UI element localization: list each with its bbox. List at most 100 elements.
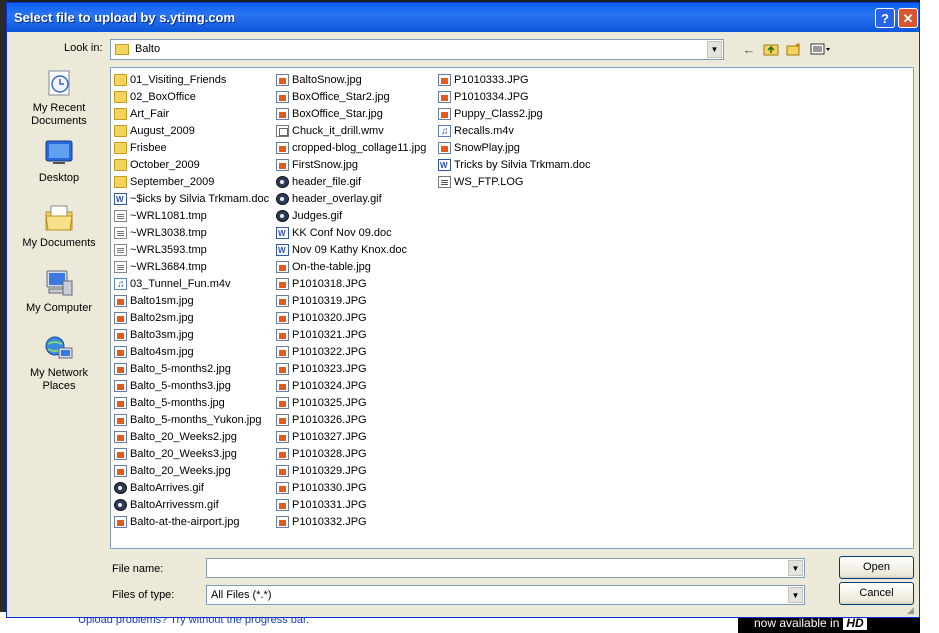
file-name-input[interactable]: ▼ [206, 558, 805, 578]
folder-icon [114, 142, 127, 154]
file-name: ~WRL1081.tmp [130, 210, 207, 222]
file-item[interactable]: P1010324.JPG [275, 378, 426, 395]
file-name: P1010332.JPG [292, 516, 367, 528]
open-button[interactable]: Open [839, 556, 914, 579]
file-item[interactable]: Balto_20_Weeks.jpg [113, 463, 269, 480]
file-item[interactable]: Judges.gif [275, 208, 426, 225]
file-item[interactable]: ~WRL1081.tmp [113, 208, 269, 225]
file-item[interactable]: cropped-blog_collage11.jpg [275, 140, 426, 157]
file-item[interactable]: P1010323.JPG [275, 361, 426, 378]
file-item[interactable]: WS_FTP.LOG [437, 174, 591, 191]
file-item[interactable]: BoxOffice_Star2.jpg [275, 89, 426, 106]
file-item[interactable]: SnowPlay.jpg [437, 140, 591, 157]
file-name: Art_Fair [130, 108, 170, 120]
title-bar[interactable]: Select file to upload by s.ytimg.com ? ✕ [7, 3, 919, 32]
file-item[interactable]: P1010331.JPG [275, 497, 426, 514]
file-item[interactable]: KK Conf Nov 09.doc [275, 225, 426, 242]
place-my-documents[interactable]: My Documents [21, 202, 97, 250]
file-item[interactable]: Balto1sm.jpg [113, 293, 269, 310]
file-item[interactable]: Balto_20_Weeks3.jpg [113, 446, 269, 463]
chevron-down-icon[interactable]: ▼ [707, 41, 722, 58]
file-item[interactable]: Recalls.m4v [437, 123, 591, 140]
folder-item[interactable]: 02_BoxOffice [113, 89, 269, 106]
file-item[interactable]: P1010328.JPG [275, 446, 426, 463]
file-item[interactable]: Tricks by Silvia Trkmam.doc [437, 157, 591, 174]
new-folder-icon[interactable] [785, 42, 803, 58]
file-type-select[interactable]: All Files (*.*) ▼ [206, 585, 805, 605]
file-item[interactable]: Balto4sm.jpg [113, 344, 269, 361]
chevron-down-icon[interactable]: ▼ [788, 587, 803, 603]
file-column: 01_Visiting_Friends 02_BoxOffice Art_Fair A… [113, 72, 269, 531]
place-my-recent-documents[interactable]: My Recent Documents [21, 67, 97, 128]
file-name: 03_Tunnel_Fun.m4v [130, 278, 231, 290]
place-my-network-places[interactable]: My Network Places [21, 332, 97, 393]
file-item[interactable]: Balto-at-the-airport.jpg [113, 514, 269, 531]
file-item[interactable]: header_overlay.gif [275, 191, 426, 208]
file-item[interactable]: P1010325.JPG [275, 395, 426, 412]
hd-badge: HD [843, 616, 867, 630]
folder-item[interactable]: October_2009 [113, 157, 269, 174]
folder-item[interactable]: 01_Visiting_Friends [113, 72, 269, 89]
file-item[interactable]: P1010332.JPG [275, 514, 426, 531]
file-item[interactable]: Nov 09 Kathy Knox.doc [275, 242, 426, 259]
file-item[interactable]: Balto3sm.jpg [113, 327, 269, 344]
file-item[interactable]: Chuck_it_drill.wmv [275, 123, 426, 140]
file-item[interactable]: BoxOffice_Star.jpg [275, 106, 426, 123]
file-name: ~WRL3684.tmp [130, 261, 207, 273]
close-button[interactable]: ✕ [898, 8, 918, 28]
jpg-icon [438, 74, 451, 86]
file-item[interactable]: ~WRL3684.tmp [113, 259, 269, 276]
file-list[interactable]: 01_Visiting_Friends 02_BoxOffice Art_Fair A… [110, 67, 914, 549]
jpg-icon [276, 516, 289, 528]
file-item[interactable]: BaltoSnow.jpg [275, 72, 426, 89]
folder-item[interactable]: September_2009 [113, 174, 269, 191]
file-item[interactable]: ~WRL3593.tmp [113, 242, 269, 259]
file-item[interactable]: Balto2sm.jpg [113, 310, 269, 327]
file-item[interactable]: P1010329.JPG [275, 463, 426, 480]
jpg-icon [276, 278, 289, 290]
file-name: Balto_5-months_Yukon.jpg [130, 414, 262, 426]
resize-grip-icon[interactable]: ◢ [907, 605, 917, 615]
cancel-button[interactable]: Cancel [839, 582, 914, 605]
place-desktop[interactable]: Desktop [21, 137, 97, 185]
up-folder-icon[interactable] [762, 42, 780, 58]
chevron-down-icon[interactable]: ▼ [788, 560, 803, 576]
file-item[interactable]: Balto_5-months3.jpg [113, 378, 269, 395]
view-menu-icon[interactable] [808, 42, 834, 58]
file-column: BaltoSnow.jpg BoxOffice_Star2.jpg BoxOffic… [275, 72, 426, 531]
file-item[interactable]: P1010327.JPG [275, 429, 426, 446]
file-item[interactable]: Balto_5-months.jpg [113, 395, 269, 412]
jpg-icon [438, 142, 451, 154]
back-icon[interactable]: ← [740, 42, 758, 58]
file-item[interactable]: P1010321.JPG [275, 327, 426, 344]
file-item[interactable]: P1010333.JPG [437, 72, 591, 89]
file-item[interactable]: ~$icks by Silvia Trkmam.doc [113, 191, 269, 208]
file-item[interactable]: P1010322.JPG [275, 344, 426, 361]
file-item[interactable]: Puppy_Class2.jpg [437, 106, 591, 123]
file-item[interactable]: P1010319.JPG [275, 293, 426, 310]
help-button[interactable]: ? [875, 8, 895, 28]
look-in-select[interactable]: Balto ▼ [110, 39, 724, 60]
file-item[interactable]: BaltoArrives.gif [113, 480, 269, 497]
file-item[interactable]: Balto_5-months2.jpg [113, 361, 269, 378]
folder-item[interactable]: August_2009 [113, 123, 269, 140]
file-item[interactable]: Balto_5-months_Yukon.jpg [113, 412, 269, 429]
file-item[interactable]: ~WRL3038.tmp [113, 225, 269, 242]
file-item[interactable]: P1010326.JPG [275, 412, 426, 429]
file-item[interactable]: P1010318.JPG [275, 276, 426, 293]
file-name: Balto3sm.jpg [130, 329, 194, 341]
file-item[interactable]: Balto_20_Weeks2.jpg [113, 429, 269, 446]
file-item[interactable]: On-the-table.jpg [275, 259, 426, 276]
file-item[interactable]: 03_Tunnel_Fun.m4v [113, 276, 269, 293]
file-item[interactable]: P1010320.JPG [275, 310, 426, 327]
file-item[interactable]: BaltoArrivessm.gif [113, 497, 269, 514]
file-item[interactable]: P1010330.JPG [275, 480, 426, 497]
file-item[interactable]: FirstSnow.jpg [275, 157, 426, 174]
file-item[interactable]: header_file.gif [275, 174, 426, 191]
file-item[interactable]: P1010334.JPG [437, 89, 591, 106]
folder-item[interactable]: Frisbee [113, 140, 269, 157]
jpg-icon [114, 329, 127, 341]
place-my-computer[interactable]: My Computer [21, 267, 97, 315]
folder-item[interactable]: Art_Fair [113, 106, 269, 123]
file-name: BaltoArrives.gif [130, 482, 204, 494]
